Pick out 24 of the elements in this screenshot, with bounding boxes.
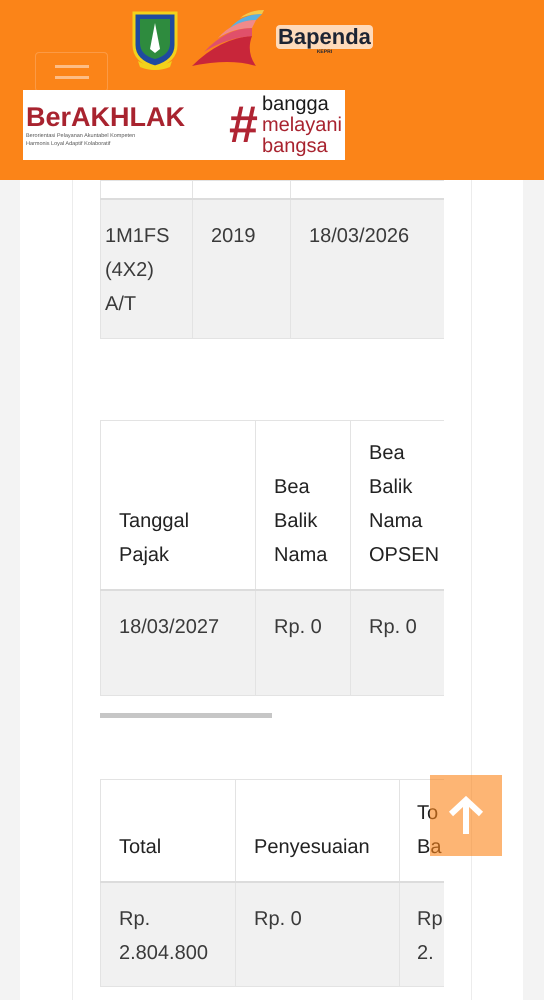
column-header: Bea Balik Nama OPSEN: [350, 420, 444, 590]
table-cell: Rp. 0: [236, 882, 400, 986]
column-header: Tanggal Pajak: [100, 420, 256, 590]
table-cell: Rp. 0: [256, 590, 350, 695]
column-header: Bea Balik Nama: [256, 420, 350, 590]
menu-icon: [54, 65, 88, 79]
slogan-text: bangga: [262, 94, 330, 114]
arrow-up-icon: [447, 796, 485, 836]
table-cell: Rp. 2.804.800: [100, 882, 236, 986]
column-header: Total: [100, 779, 236, 882]
table-cell: 2019: [192, 199, 290, 338]
slogan-text: melayani: [262, 114, 342, 136]
hashtag-mark: #: [229, 97, 258, 153]
table-cell: Rp 2.: [400, 882, 444, 986]
table-cell: 18/03/2026: [290, 199, 444, 338]
table-cell: Rp. 0: [350, 590, 444, 695]
slogan-text: bangsa: [262, 136, 328, 156]
scrollbar[interactable]: [100, 712, 272, 718]
logo-text: Bapenda: [276, 25, 373, 49]
emblem-logo: [130, 9, 180, 71]
banner-title: BerAKHLAK: [26, 102, 186, 132]
table-cell: 1M1FS (4X2) A/T: [100, 199, 192, 338]
table-cell: 18/03/2027: [100, 590, 256, 695]
column-header: Penyesuaian: [236, 779, 400, 882]
